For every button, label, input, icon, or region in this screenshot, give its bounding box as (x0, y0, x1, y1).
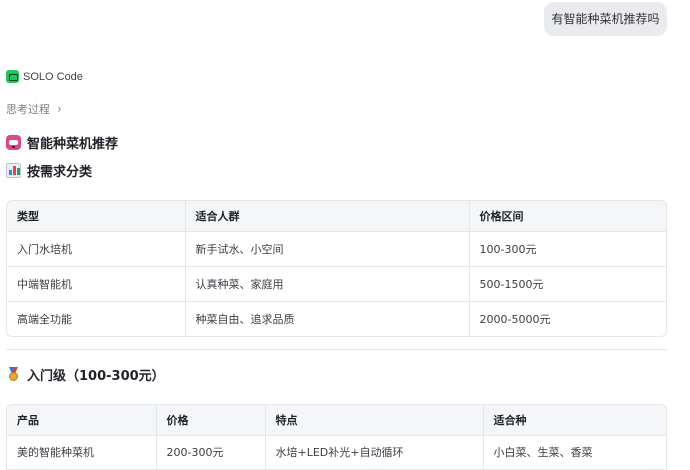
table-cell: 小白菜、生菜、香菜 (483, 434, 666, 469)
table-cell: 100-300元 (469, 230, 666, 266)
table-row: 高端全功能 种菜自由、追求品质 2000-5000元 (7, 300, 666, 336)
column-header: 类型 (7, 201, 186, 231)
heading-text: 智能种菜机推荐 (27, 137, 119, 152)
assistant-name: SOLO Code (23, 70, 83, 83)
table-header-row: 类型 适合人群 价格区间 (7, 201, 666, 231)
user-message-bubble: 有智能种菜机推荐吗 (544, 2, 667, 36)
thinking-process-toggle[interactable]: 思考过程 › (6, 101, 62, 117)
robot-icon (6, 135, 21, 150)
table-cell: 高端全功能 (7, 300, 186, 336)
table-cell: 美的智能种菜机 (7, 434, 157, 469)
heading-text: 入门级（100-300元） (27, 369, 165, 384)
table-cell: 认真种菜、家庭用 (185, 265, 470, 301)
assistant-header: SOLO Code (6, 70, 83, 83)
table-row: 中端智能机 认真种菜、家庭用 500-1500元 (7, 265, 666, 301)
heading-text: 按需求分类 (27, 165, 93, 180)
entry-level-product-table: 产品 价格 特点 适合种 美的智能种菜机 200-300元 水培+LED补光+自… (6, 404, 667, 470)
column-header: 价格区间 (469, 201, 666, 231)
section-heading-entry-level: 入门级（100-300元） (6, 365, 165, 384)
column-header: 特点 (265, 405, 484, 435)
table-cell: 2000-5000元 (469, 300, 666, 336)
table-header-row: 产品 价格 特点 适合种 (7, 405, 666, 435)
table-row: 入门水培机 新手试水、小空间 100-300元 (7, 230, 666, 266)
section-divider (6, 349, 667, 350)
table-cell: 水培+LED补光+自动循环 (265, 434, 484, 469)
medal-icon (6, 367, 21, 382)
table-cell: 500-1500元 (469, 265, 666, 301)
section-heading-by-need: 按需求分类 (6, 161, 92, 180)
column-header: 适合种 (483, 405, 666, 435)
column-header: 适合人群 (185, 201, 470, 231)
table-row: 美的智能种菜机 200-300元 水培+LED补光+自动循环 小白菜、生菜、香菜 (7, 434, 666, 469)
chevron-right-icon: › (57, 102, 62, 116)
table-cell: 新手试水、小空间 (185, 230, 470, 266)
solo-code-logo-icon (6, 70, 19, 83)
thinking-label: 思考过程 (6, 103, 50, 116)
section-heading-recommendations: 智能种菜机推荐 (6, 133, 118, 152)
table-cell: 中端智能机 (7, 265, 186, 301)
table-cell: 入门水培机 (7, 230, 186, 266)
column-header: 价格 (156, 405, 266, 435)
category-table: 类型 适合人群 价格区间 入门水培机 新手试水、小空间 100-300元 中端智… (6, 200, 667, 337)
table-cell: 种菜自由、追求品质 (185, 300, 470, 336)
table-cell: 200-300元 (156, 434, 266, 469)
column-header: 产品 (7, 405, 157, 435)
bar-chart-icon (6, 163, 21, 178)
